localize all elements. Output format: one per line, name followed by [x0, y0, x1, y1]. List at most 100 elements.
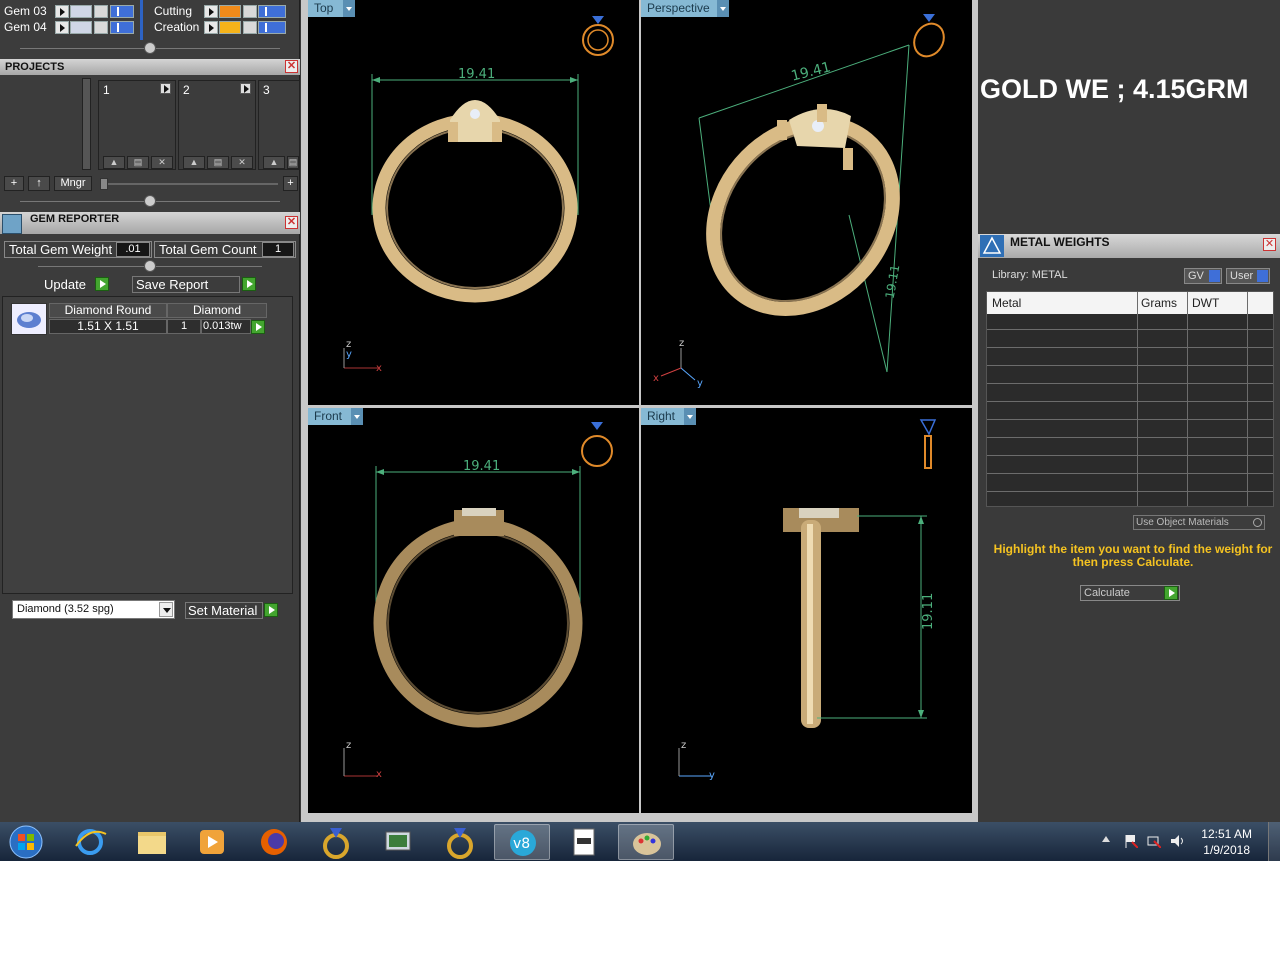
lock-icon[interactable] [94, 5, 108, 18]
chevron-down-icon[interactable] [717, 0, 729, 17]
expand-arrow-icon[interactable] [55, 21, 69, 34]
metal-weights-table[interactable]: Metal Grams DWT [986, 291, 1274, 507]
media-player-icon[interactable] [184, 824, 240, 860]
use-object-materials-toggle[interactable]: Use Object Materials [1133, 515, 1265, 530]
expand-arrow-icon[interactable] [55, 5, 69, 18]
save-icon[interactable]: ▤ [207, 156, 229, 169]
user-toggle[interactable]: User [1226, 268, 1270, 284]
gv-toggle[interactable]: GV [1184, 268, 1222, 284]
save-report-button[interactable]: Save Report [132, 276, 240, 293]
calculate-button[interactable]: Calculate [1080, 585, 1180, 601]
collapse-chevron-icon[interactable] [144, 42, 156, 54]
move-up-button[interactable]: ↑ [28, 176, 50, 191]
update-button[interactable] [95, 277, 109, 291]
viewport-label: Right [647, 409, 676, 423]
manager-button[interactable]: Mngr [54, 176, 92, 191]
zoom-slider-handle[interactable] [100, 178, 108, 190]
collapse-chevron-icon[interactable] [144, 260, 156, 272]
close-icon[interactable]: ✕ [285, 216, 298, 229]
play-icon[interactable] [240, 83, 251, 94]
lock-icon[interactable] [94, 21, 108, 34]
delete-icon[interactable]: ✕ [151, 156, 173, 169]
layer-name: Gem 03 [4, 4, 47, 18]
layer-color-swatch[interactable] [70, 21, 92, 34]
viewport-right[interactable]: 19.11 z y Right [641, 408, 972, 813]
layer-row-gem-04[interactable]: Gem 04 [0, 20, 140, 35]
visibility-toggle[interactable] [110, 5, 134, 18]
expand-arrow-icon[interactable] [204, 21, 218, 34]
start-button[interactable] [6, 824, 46, 860]
action-center-flag-icon[interactable] [1124, 834, 1139, 849]
set-material-button[interactable]: Set Material [185, 602, 263, 619]
network-icon[interactable] [1147, 834, 1162, 849]
upload-icon[interactable]: ▲ [103, 156, 125, 169]
chevron-down-icon[interactable] [684, 408, 696, 425]
document-viewer-icon[interactable] [556, 824, 612, 860]
remote-desktop-icon[interactable] [370, 824, 426, 860]
gem-type-header: Diamond Round [49, 303, 167, 318]
project-slot-3[interactable]: 3 ▲ ▤ [258, 80, 300, 170]
layer-color-swatch[interactable] [70, 5, 92, 18]
zoom-slider-track[interactable] [100, 183, 278, 185]
zoom-in-button[interactable]: + [283, 176, 298, 191]
file-explorer-icon[interactable] [124, 824, 180, 860]
update-button-label[interactable]: Update [44, 277, 86, 292]
viewport-front[interactable]: 19.41 z x Front [308, 408, 639, 813]
radio-icon[interactable] [1253, 518, 1262, 527]
save-icon[interactable]: ▤ [287, 156, 299, 169]
visibility-toggle[interactable] [110, 21, 134, 34]
set-material-play-icon[interactable] [264, 603, 278, 617]
project-slot-2[interactable]: 2 ▲ ▤ ✕ [178, 80, 256, 170]
front-dimension-label: 19.41 [463, 459, 500, 474]
gem-reporter-title: GEM REPORTER [30, 213, 120, 225]
show-hidden-icons-icon[interactable] [1102, 836, 1110, 842]
firefox-icon[interactable] [246, 824, 302, 860]
upload-icon[interactable]: ▲ [263, 156, 285, 169]
collapse-chevron-icon[interactable] [144, 195, 156, 207]
upload-icon[interactable]: ▲ [183, 156, 205, 169]
add-project-button[interactable]: + [4, 176, 24, 191]
save-icon[interactable]: ▤ [127, 156, 149, 169]
chevron-down-icon[interactable] [159, 602, 173, 617]
layer-color-swatch[interactable] [219, 5, 241, 18]
gem-app-icon[interactable] [432, 824, 488, 860]
column-metal[interactable]: Metal [992, 296, 1021, 310]
play-icon[interactable] [160, 83, 171, 94]
layer-name: Creation [154, 20, 200, 34]
internet-explorer-icon[interactable] [62, 824, 118, 860]
lock-icon[interactable] [243, 21, 257, 34]
project-slot-1[interactable]: 1 ▲ ▤ ✕ [98, 80, 176, 170]
viewport-top[interactable]: 19.41 z y x Top [308, 0, 639, 405]
system-clock[interactable]: 12:51 AM 1/9/2018 [1201, 826, 1252, 858]
play-icon[interactable] [1164, 586, 1178, 600]
column-grams[interactable]: Grams [1141, 296, 1177, 310]
volume-icon[interactable] [1170, 834, 1186, 848]
v8-app-icon[interactable]: v8 [494, 824, 550, 860]
gem-select-play-icon[interactable] [251, 320, 265, 334]
material-select[interactable]: Diamond (3.52 spg) [12, 600, 175, 619]
save-report-play-icon[interactable] [242, 277, 256, 291]
layer-color-swatch[interactable] [219, 21, 241, 34]
gem-app-icon[interactable] [308, 824, 364, 860]
lock-icon[interactable] [243, 5, 257, 18]
expand-arrow-icon[interactable] [204, 5, 218, 18]
gem-material-header: Diamond [167, 303, 267, 318]
viewport-tab-perspective[interactable]: Perspective [641, 0, 723, 17]
chevron-down-icon[interactable] [351, 408, 363, 425]
visibility-toggle[interactable] [258, 21, 286, 34]
delete-icon[interactable]: ✕ [231, 156, 253, 169]
visibility-toggle[interactable] [258, 5, 286, 18]
close-icon[interactable]: ✕ [285, 60, 298, 73]
projects-scrollbar[interactable] [82, 78, 91, 170]
close-icon[interactable]: ✕ [1263, 238, 1276, 251]
layer-row-creation[interactable]: Creation [150, 20, 290, 35]
diamond-round-icon [11, 303, 47, 335]
paint-app-icon[interactable] [618, 824, 674, 860]
viewport-perspective[interactable]: 19.41 19.11 z y x Perspective [641, 0, 972, 405]
chevron-down-icon[interactable] [343, 0, 355, 17]
viewport-label: Front [314, 409, 343, 423]
column-dwt[interactable]: DWT [1192, 296, 1219, 310]
show-desktop-button[interactable] [1268, 822, 1280, 861]
layer-row-gem-03[interactable]: Gem 03 [0, 4, 140, 19]
layer-row-cutting[interactable]: Cutting [150, 4, 290, 19]
